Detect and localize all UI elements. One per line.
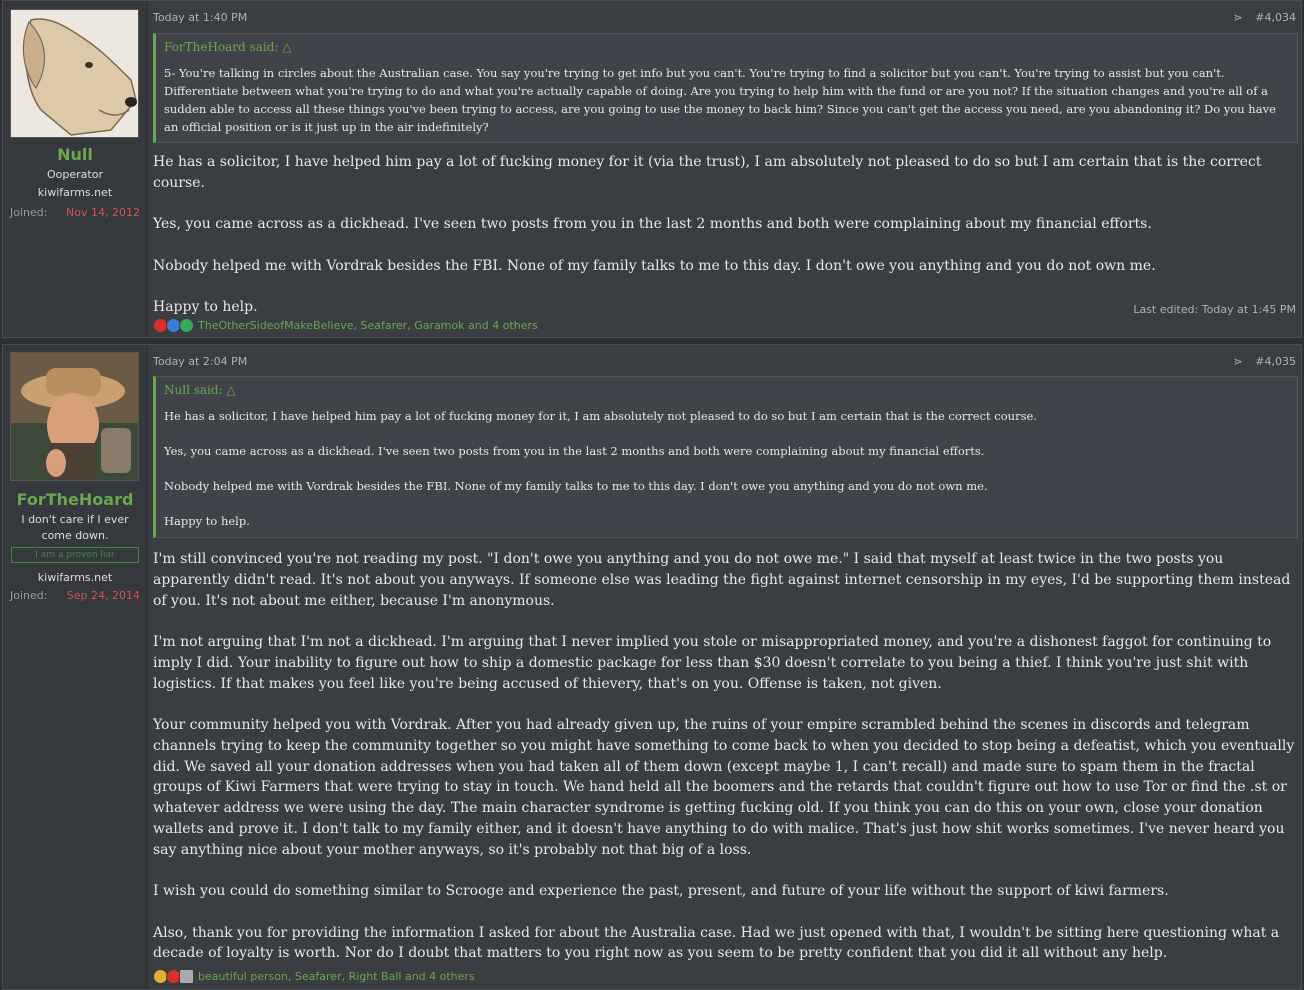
post-number-label[interactable]: #4,035: [1255, 355, 1296, 368]
message-paragraph: Happy to help.: [153, 298, 258, 315]
username[interactable]: Null: [3, 145, 147, 164]
cowboy-avatar-icon: [11, 353, 138, 480]
joined-date: Sep 24, 2014: [66, 589, 140, 602]
username[interactable]: ForTheHoard: [3, 490, 147, 509]
user-info-panel: Null Ooperator kiwifarms.net Joined: Nov…: [3, 1, 148, 337]
joined-label: Joined:: [10, 206, 48, 219]
post-number[interactable]: ⋗ #4,034: [1233, 11, 1296, 24]
post-4034: Null Ooperator kiwifarms.net Joined: Nov…: [2, 0, 1302, 338]
check-reaction-icon: [179, 318, 194, 333]
message-paragraph: Nobody helped me with Vordrak besides th…: [153, 257, 1156, 274]
quote-body: He has a solicitor, I have helped him pa…: [164, 407, 1289, 530]
post-number[interactable]: ⋗ #4,035: [1233, 355, 1296, 368]
user-site: kiwifarms.net: [37, 186, 113, 199]
reactions-users[interactable]: TheOtherSideofMakeBelieve, Seafarer, Gar…: [198, 319, 538, 332]
dog-avatar-icon: [11, 10, 138, 137]
user-info-panel: ForTheHoard I don't care if I ever come …: [3, 345, 148, 989]
joined-date: Nov 14, 2012: [66, 206, 140, 219]
quote-expand-icon[interactable]: △: [226, 383, 235, 397]
post-number-label[interactable]: #4,034: [1255, 11, 1296, 24]
quote-author[interactable]: Null said: △: [164, 383, 1289, 397]
quote-paragraph: Happy to help.: [164, 514, 250, 528]
post-date[interactable]: Today at 2:04 PM: [153, 355, 247, 368]
message-paragraph: Also, thank you for providing the inform…: [153, 924, 1280, 962]
quote-block: Null said: △ He has a solicitor, I have …: [153, 376, 1298, 538]
quote-paragraph: Nobody helped me with Vordrak besides th…: [164, 479, 988, 493]
user-title: Ooperator: [47, 168, 103, 181]
post-date[interactable]: Today at 1:40 PM: [153, 11, 247, 24]
quote-block: ForTheHoard said: △ 5- You're talking in…: [153, 33, 1298, 143]
post-message: He has a solicitor, I have helped him pa…: [153, 152, 1299, 338]
quote-expand-icon[interactable]: △: [282, 40, 291, 54]
message-paragraph: I'm not arguing that I'm not a dickhead.…: [153, 633, 1272, 692]
post-4035: ForTheHoard I don't care if I ever come …: [2, 344, 1302, 990]
reactions-users[interactable]: beautiful person, Seafarer, Right Ball a…: [198, 970, 475, 983]
last-edited: Last edited: Today at 1:45 PM: [1133, 303, 1296, 316]
message-paragraph: Your community helped you with Vordrak. …: [153, 716, 1295, 858]
quote-body: 5- You're talking in circles about the A…: [164, 64, 1289, 136]
post-message: I'm still convinced you're not reading m…: [153, 549, 1299, 985]
quote-paragraph: 5- You're talking in circles about the A…: [164, 66, 1276, 134]
reactions-bar[interactable]: TheOtherSideofMakeBelieve, Seafarer, Gar…: [153, 318, 538, 333]
quote-paragraph: Yes, you came across as a dickhead. I've…: [164, 444, 985, 458]
user-site: kiwifarms.net: [37, 571, 113, 584]
share-icon[interactable]: ⋗: [1233, 11, 1249, 24]
reactions-bar[interactable]: beautiful person, Seafarer, Right Ball a…: [153, 969, 475, 984]
message-paragraph: He has a solicitor, I have helped him pa…: [153, 154, 1262, 191]
message-paragraph: I'm still convinced you're not reading m…: [153, 551, 1291, 609]
user-banner: I am a proven liar: [11, 547, 139, 563]
message-paragraph: Yes, you came across as a dickhead. I've…: [153, 216, 1152, 233]
message-paragraph: I wish you could do something similar to…: [153, 883, 1169, 900]
avatar[interactable]: [10, 352, 139, 481]
meme-reaction-icon: [179, 969, 194, 984]
quote-paragraph: He has a solicitor, I have helped him pa…: [164, 409, 1037, 423]
avatar[interactable]: [10, 9, 139, 138]
joined-label: Joined:: [10, 589, 48, 602]
share-icon[interactable]: ⋗: [1233, 355, 1249, 368]
user-title: I don't care if I ever come down.: [21, 513, 129, 542]
quote-author[interactable]: ForTheHoard said: △: [164, 40, 1289, 54]
